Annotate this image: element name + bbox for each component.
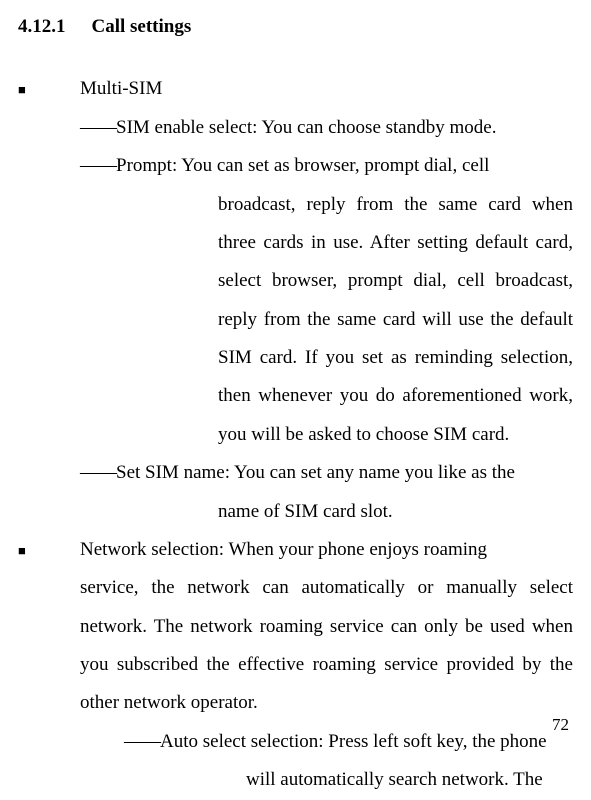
dash-prefix: ―― xyxy=(80,117,116,138)
network-line1: Network selection: When your phone enjoy… xyxy=(80,531,573,569)
bullet-square-icon: ■ xyxy=(18,77,80,103)
prompt-line1: Prompt: You can set as browser, prompt d… xyxy=(116,155,489,176)
prompt-continuation: broadcast, reply from the same card when… xyxy=(218,186,573,455)
page-number: 72 xyxy=(552,715,569,735)
section-number: 4.12.1 xyxy=(18,8,66,46)
auto-select-line1: Auto select selection: Press left soft k… xyxy=(160,731,547,752)
sim-enable-text: SIM enable select: You can choose standb… xyxy=(116,117,496,138)
set-sim-continuation: name of SIM card slot. xyxy=(218,493,573,531)
network-continuation: service, the network can automatically o… xyxy=(80,569,573,723)
document-page: 4.12.1Call settings ■ Multi-SIM ――SIM en… xyxy=(0,0,591,800)
bullet-item-multisim: ■ Multi-SIM xyxy=(18,70,573,108)
sub-item-sim-enable: ――SIM enable select: You can choose stan… xyxy=(80,109,573,147)
section-header: 4.12.1 Call settings xyxy=(18,8,573,46)
sub-item-set-sim: ――Set SIM name: You can set any name you… xyxy=(80,454,573,492)
sub-item-auto-select: ――Auto select selection: Press left soft… xyxy=(124,723,573,761)
bullet-label: Multi-SIM xyxy=(80,70,573,108)
bullet-item-network: ■ Network selection: When your phone enj… xyxy=(18,531,573,569)
dash-prefix: ―― xyxy=(80,155,116,176)
sub-item-prompt: ――Prompt: You can set as browser, prompt… xyxy=(80,147,573,185)
set-sim-line1: Set SIM name: You can set any name you l… xyxy=(116,462,515,483)
dash-prefix: ―― xyxy=(124,731,160,752)
bullet-square-icon: ■ xyxy=(18,538,80,564)
dash-prefix: ―― xyxy=(80,462,116,483)
auto-select-continuation: will automatically search network. The xyxy=(246,761,573,799)
section-title: Call settings xyxy=(92,16,192,37)
